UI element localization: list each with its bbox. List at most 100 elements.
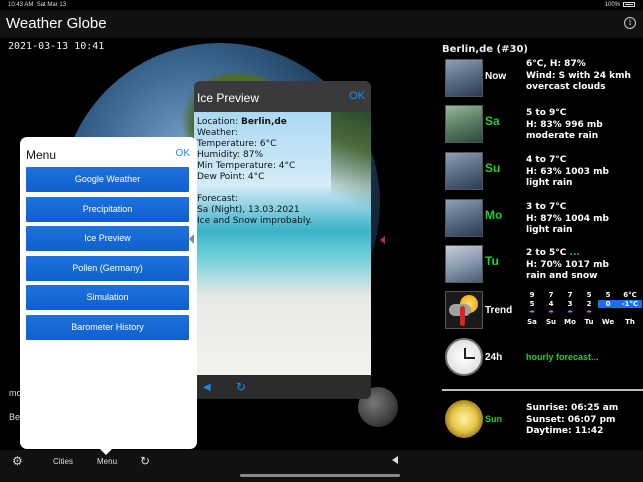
trend-day: Mo: [564, 318, 576, 326]
ice-preview-ok-button[interactable]: OK: [349, 90, 365, 102]
weather-thumbnail: [445, 59, 483, 97]
forecast-line-2: H: 87% 1004 mb: [526, 213, 609, 224]
forecast-line-3: overcast clouds: [526, 82, 606, 92]
umbrella-icon: ☂: [547, 309, 555, 317]
home-indicator[interactable]: [240, 474, 400, 477]
forecast-line-3: light rain: [526, 178, 573, 188]
menu-item-precipitation[interactable]: Precipitation: [26, 197, 189, 222]
weather-thumbnail: [445, 199, 483, 237]
trend-high: 6°C: [623, 291, 637, 299]
trend-day: Su: [545, 318, 557, 326]
menu-button[interactable]: Menu: [97, 457, 117, 466]
menu-popover-pointer: [99, 448, 113, 455]
trend-label: Trend: [485, 305, 513, 316]
menu-item-ice-preview[interactable]: Ice Preview: [26, 226, 189, 251]
forecast-info: 3 to 7°C H: 87% 1004 mb light rain: [526, 202, 609, 237]
dew-point-line: Dew Point: 4°C: [197, 172, 265, 182]
status-date: Sat Mar 13: [36, 2, 67, 8]
hourly-row[interactable]: 24h hourly forecast...: [445, 338, 641, 378]
play-back-icon[interactable]: [392, 456, 398, 464]
umbrella-icon: ☂: [585, 309, 593, 317]
weather-label: Weather:: [197, 128, 238, 138]
cities-button[interactable]: Cities: [53, 457, 73, 466]
bottom-toolbar: ⚙ Cities Menu ↻: [0, 450, 643, 482]
trend-low: -1°C: [618, 300, 642, 308]
trend-grid: 9 7 7 5 5 6°C 5 4 3 2 0 -1°C ☂ ☂ ☂ ☂ Sa …: [522, 291, 643, 331]
settings-gears-icon[interactable]: ⚙: [12, 454, 23, 468]
weather-thumbnail: [445, 245, 483, 283]
weather-thumbnail: [445, 105, 483, 143]
refresh-icon[interactable]: ↻: [236, 380, 246, 394]
forecast-day: Sa: [485, 114, 500, 128]
app-header: Weather Globe i: [0, 10, 643, 38]
forecast-temp-range: 2 to 5°C: [526, 248, 567, 258]
play-back-icon[interactable]: ◀: [203, 382, 211, 393]
status-battery: 100%: [605, 2, 635, 8]
forecast-line-1: 6°C, H: 87%: [526, 59, 586, 69]
battery-icon: [623, 2, 635, 7]
forecast-line-2: H: 63% 1003 mb: [526, 166, 609, 177]
trend-high: 7: [567, 291, 573, 299]
menu-item-barometer-history[interactable]: Barometer History: [26, 315, 189, 340]
temperature-line: Temperature: 6°C: [197, 139, 277, 149]
forecast-info: 4 to 7°C H: 63% 1003 mb light rain: [526, 155, 609, 190]
info-icon[interactable]: i: [624, 17, 636, 29]
trend-row[interactable]: Trend 9 7 7 5 5 6°C 5 4 3 2 0 -1°C ☂ ☂ ☂…: [445, 291, 643, 331]
ice-preview-toolbar: ◀ ↻: [194, 375, 371, 399]
location-value: Berlin,de: [240, 117, 287, 127]
forecast-line-2: Wind: S with 24 kmh: [526, 70, 631, 81]
forecast-row-now[interactable]: Now 6°C, H: 87% Wind: S with 24 kmh over…: [445, 59, 641, 99]
menu-arrow-icon: [189, 234, 194, 244]
sun-label: Sun: [485, 414, 502, 424]
forecast-line-1: 2 to 5°C ...: [526, 248, 609, 260]
trend-low: 2: [586, 300, 592, 308]
location-label: Location:: [197, 117, 241, 127]
menu-item-simulation[interactable]: Simulation: [26, 285, 189, 310]
trend-day: Sa: [527, 318, 537, 326]
trend-high: 5: [586, 291, 592, 299]
hourly-label: 24h: [485, 352, 503, 363]
forecast-row-mo[interactable]: Mo 3 to 7°C H: 87% 1004 mb light rain: [445, 199, 641, 239]
forecast-day: Mo: [485, 208, 503, 222]
trend-high: 5: [605, 291, 611, 299]
ice-preview-title: Ice Preview: [197, 91, 260, 105]
forecast-row-tu[interactable]: Tu 2 to 5°C ... H: 70% 1017 mb rain and …: [445, 245, 641, 285]
trend-low: 0: [598, 300, 618, 308]
umbrella-icon: ☂: [566, 309, 574, 317]
menu-item-pollen[interactable]: Pollen (Germany): [26, 256, 189, 281]
status-bar: 10:43 AM Sat Mar 13 100%: [0, 0, 643, 10]
forecast-day: Now: [485, 71, 507, 82]
trend-low: 4: [548, 300, 554, 308]
trend-day: We: [601, 318, 615, 326]
forecast-line-3: light rain: [526, 225, 573, 235]
forecast-info: 5 to 9°C H: 83% 996 mb moderate rain: [526, 108, 603, 143]
hourly-forecast-link[interactable]: hourly forecast...: [526, 352, 599, 362]
forecast-row-su[interactable]: Su 4 to 7°C H: 63% 1003 mb light rain: [445, 152, 641, 192]
sun-row[interactable]: Sun Sunrise: 06:25 am Sunset: 06:07 pm D…: [445, 400, 641, 440]
battery-percent: 100%: [604, 2, 620, 9]
refresh-icon[interactable]: ↻: [140, 454, 150, 468]
forecast-line-1: Sa (Night), 13.03.2021: [197, 205, 300, 215]
map-datestamp: 2021-03-13 10:41: [8, 41, 105, 52]
trend-high: 9: [529, 291, 535, 299]
forecast-line-2: H: 70% 1017 mb: [526, 259, 609, 270]
forecast-line-3: moderate rain: [526, 131, 599, 141]
app-title: Weather Globe: [6, 15, 107, 32]
forecast-label: Forecast:: [197, 194, 239, 204]
trend-day: Th: [625, 318, 635, 326]
thermometer-shape: [460, 306, 465, 326]
forecast-line-2: Ice and Snow improbably.: [197, 216, 313, 226]
trend-low: 3: [567, 300, 573, 308]
menu-item-google-weather[interactable]: Google Weather: [26, 167, 189, 192]
divider: [442, 389, 643, 391]
status-time: 10:43 AM Sat Mar 13: [8, 2, 66, 8]
forecast-info: 2 to 5°C ... H: 70% 1017 mb rain and sno…: [526, 248, 609, 283]
forecast-line-1: 3 to 7°C: [526, 202, 567, 212]
ice-preview-panel: Ice Preview OK Location: Berlin,de Weath…: [194, 81, 371, 399]
forecast-line-1: 4 to 7°C: [526, 155, 567, 165]
forecast-row-sa[interactable]: Sa 5 to 9°C H: 83% 996 mb moderate rain: [445, 105, 641, 145]
forecast-line-3: rain and snow: [526, 271, 598, 281]
trend-high: 7: [548, 291, 554, 299]
menu-ok-button[interactable]: OK: [176, 148, 190, 159]
forecast-day: Tu: [485, 254, 499, 268]
